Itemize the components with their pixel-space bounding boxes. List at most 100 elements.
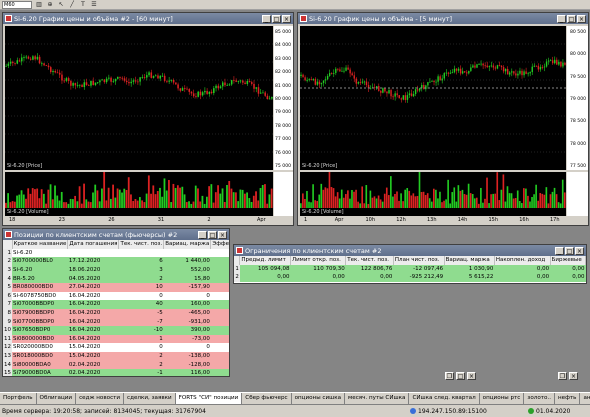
column-header[interactable]: Биржевые	[550, 256, 586, 265]
restore-button[interactable]: ❐	[445, 372, 454, 380]
close-button[interactable]: ×	[569, 372, 578, 380]
limits-titlebar[interactable]: Ограничения по клиентским счетам #2 _ □ ×	[234, 245, 586, 256]
candle-body	[502, 67, 505, 72]
close-button[interactable]: ×	[575, 246, 584, 255]
cursor-icon[interactable]: ↖	[57, 1, 65, 9]
table-row[interactable]: 1 105 094,08 110 709,30 122 806,76 -12 097,4…	[234, 264, 586, 274]
table-row[interactable]: 3Si-6.2018.06.20203552,0079 734	[3, 265, 229, 275]
candle-body	[16, 60, 19, 64]
table-row[interactable]: 4BR-5.2004.05.2020215,8024,94	[3, 274, 229, 283]
table-row[interactable]: 2Si0700000BL017.12.202061 440,0013 063	[3, 257, 229, 266]
positions-titlebar[interactable]: Позиции по клиентским счетам (фьючерсы) …	[3, 229, 229, 240]
column-header[interactable]: Тек. чист. поз.	[118, 240, 165, 249]
column-header[interactable]: Дата погашения	[67, 240, 120, 249]
volume-bar	[300, 203, 302, 208]
column-header[interactable]: Краткое название	[12, 240, 69, 249]
table-row[interactable]: 11Si0800000BD016.04.20201-73,001 770	[3, 334, 229, 344]
workspace-tab[interactable]: Портфель	[0, 393, 37, 404]
workspace-tab[interactable]: FORTS "СИ" позиции	[175, 393, 243, 404]
connection-address: 194.247.150.89:15100	[418, 407, 487, 415]
table-row[interactable]: 13SR018000BD015.04.20202-138,00299	[3, 351, 229, 361]
candle-body	[439, 76, 441, 81]
chart1-price-legend: Si-6.20 [Price]	[7, 163, 43, 169]
chart-type-icon[interactable]: ▥	[35, 1, 43, 9]
column-header[interactable]: Тек. чист. поз.	[345, 256, 394, 265]
table-row[interactable]: 14Si80000BDA002.04.20202-128,00471	[3, 360, 229, 369]
workspace-tab[interactable]: Облигации	[37, 393, 77, 404]
chart1-price-area[interactable]: Si-6.20 [Price]	[5, 26, 273, 170]
zoom-icon[interactable]: ⊕	[46, 1, 54, 9]
table-row[interactable]: 8Si07900BBDP016.04.2020-5-465,002 264	[3, 308, 229, 318]
table-row[interactable]: 15Si79000BD0A02.04.2020-1116,00227	[3, 368, 229, 376]
workspace-tab[interactable]: опционы сишка	[292, 393, 346, 404]
candle-body	[230, 80, 233, 85]
maximize-button[interactable]: □	[272, 14, 281, 23]
close-button[interactable]: ×	[577, 14, 586, 23]
table-row[interactable]: 9Si07700BBDP016.04.2020-7-931,003 370	[3, 317, 229, 326]
workspace-tab[interactable]: нефть	[555, 393, 581, 404]
workspace-tab[interactable]: золото..	[524, 393, 555, 404]
interval-select[interactable]: M60	[2, 0, 32, 9]
workspace-tab[interactable]: опционы ртс	[480, 393, 525, 404]
workspace-tab[interactable]: Сбер фьючерс	[242, 393, 292, 404]
table-row[interactable]: 6 Si-6078750BD0 16.04.2020 0 0	[3, 291, 229, 301]
line-tool-icon[interactable]: ╱	[68, 1, 76, 9]
volume-bar	[494, 193, 497, 208]
table-row[interactable]: 2 0,00 0,00 0,00 -925 212,49 5 615,22 0,00 0,00	[234, 273, 586, 282]
close-button[interactable]: ×	[282, 14, 291, 23]
volume-bar	[377, 195, 380, 208]
settings-icon[interactable]: ☰	[90, 1, 98, 9]
workspace-tab[interactable]: месяч. путы СИшка	[345, 393, 410, 404]
column-header[interactable]: Предыд. лимит	[239, 256, 291, 265]
candle-body	[56, 72, 59, 74]
minimize-button[interactable]: _	[262, 14, 271, 23]
workspace-tab[interactable]: СИшка след. квартал	[409, 393, 480, 404]
text-tool-icon[interactable]: T	[79, 1, 87, 9]
maximize-button[interactable]: □	[567, 14, 576, 23]
close-button[interactable]: ×	[467, 372, 476, 380]
workspace-tab[interactable]: анализ ..	[580, 393, 590, 404]
table-row[interactable]: 7Si07000BBDP016.04.202040160,0033	[3, 300, 229, 309]
candle-body	[378, 86, 380, 91]
workspace-tab[interactable]: седж новости	[76, 393, 125, 404]
chart2-titlebar[interactable]: Si-6.20 График цены и объёма - [5 минут]…	[298, 13, 588, 24]
volume-bar	[18, 194, 21, 208]
column-header[interactable]	[3, 240, 13, 249]
time-tick-label: 31	[157, 217, 165, 223]
table-row[interactable]: 1 Si-6.20	[3, 248, 229, 258]
volume-bar	[105, 200, 108, 208]
column-header[interactable]: Накоплен. доход	[494, 256, 551, 265]
column-header[interactable]: Эффект. цен	[210, 240, 229, 249]
chart1-titlebar[interactable]: Si-6.20 График цены и объёма #2 - [60 ми…	[3, 13, 293, 24]
column-header[interactable]: План чист. поз.	[393, 256, 445, 265]
table-cell: 0	[118, 291, 164, 301]
restore-button[interactable]: ❐	[558, 372, 567, 380]
minimize-button[interactable]: _	[557, 14, 566, 23]
table-row[interactable]: 12SR020000BD015.04.2020000	[3, 343, 229, 352]
maximize-button[interactable]: □	[208, 230, 217, 239]
table-cell: 5	[3, 282, 12, 292]
maximize-button[interactable]: □	[565, 246, 574, 255]
workspace-tab[interactable]: сделки, заявки	[124, 393, 176, 404]
volume-bar	[400, 193, 402, 208]
price-tick-label: 77 000	[275, 137, 292, 143]
volume-bar	[206, 196, 208, 208]
table-row[interactable]: 10Si07650BDP016.04.2020-10390,00495	[3, 325, 229, 335]
volume-bar	[351, 189, 353, 208]
chart1-volume-area[interactable]: Si-6.20 [Volume]	[5, 171, 273, 216]
column-header[interactable]: Вариац. маржа	[163, 240, 212, 249]
minimize-button[interactable]: _	[198, 230, 207, 239]
chart2-volume-area[interactable]: Si-6.20 [Volume]	[300, 170, 566, 216]
candle-body	[159, 75, 161, 79]
column-header[interactable]: Лимит откр. поз.	[290, 256, 347, 265]
volume-bar	[416, 195, 419, 208]
volume-bar	[145, 193, 148, 208]
chart2-price-area[interactable]: Si-6.20 [Price]	[300, 26, 566, 170]
minimize-button[interactable]: _	[555, 246, 564, 255]
volume-bar	[340, 189, 343, 208]
table-row[interactable]: 5BR080000BD027.04.202010-157,900,15	[3, 282, 229, 292]
candle-body	[45, 65, 48, 67]
column-header[interactable]: Вариац. маржа	[444, 256, 495, 265]
maximize-button[interactable]: □	[456, 372, 465, 380]
close-button[interactable]: ×	[218, 230, 227, 239]
